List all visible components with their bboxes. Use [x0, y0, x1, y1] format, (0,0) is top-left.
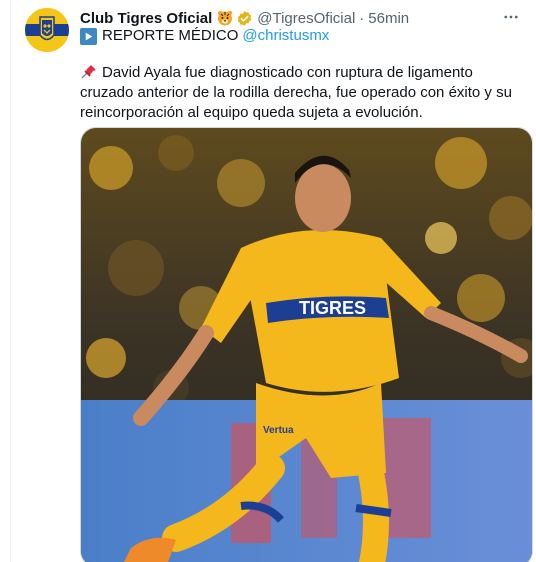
- report-label: REPORTE MÉDICO: [102, 27, 239, 44]
- tigres-crest-icon: [25, 8, 69, 52]
- tweet-body: David Ayala fue diagnosticado con ruptur…: [80, 63, 525, 123]
- report-line: REPORTE MÉDICO @christusmx: [80, 26, 329, 46]
- tweet[interactable]: Club Tigres Oficial @TigresOficial · 56m…: [0, 0, 536, 562]
- jersey-text: TIGRES: [299, 298, 366, 318]
- tweet-text: David Ayala fue diagnosticado con ruptur…: [80, 64, 512, 121]
- player-photo: TIGRES Vertua: [81, 128, 532, 562]
- pushpin-icon: [80, 64, 98, 79]
- tiger-face-icon: [217, 10, 233, 26]
- mention-link[interactable]: @christusmx: [242, 26, 329, 46]
- play-button-icon: [80, 27, 97, 45]
- separator-dot: ·: [359, 9, 365, 27]
- verified-badge-icon: [236, 10, 253, 27]
- handle[interactable]: @TigresOficial: [257, 10, 355, 27]
- display-name[interactable]: Club Tigres Oficial: [80, 10, 212, 27]
- sleeve-text: Vertua: [263, 425, 294, 436]
- more-horizontal-icon[interactable]: [500, 6, 522, 28]
- avatar[interactable]: [25, 8, 69, 52]
- tweet-header: Club Tigres Oficial @TigresOficial · 56m…: [80, 8, 522, 28]
- tweet-media-photo[interactable]: TIGRES Vertua: [80, 127, 533, 562]
- timestamp[interactable]: 56min: [368, 10, 409, 27]
